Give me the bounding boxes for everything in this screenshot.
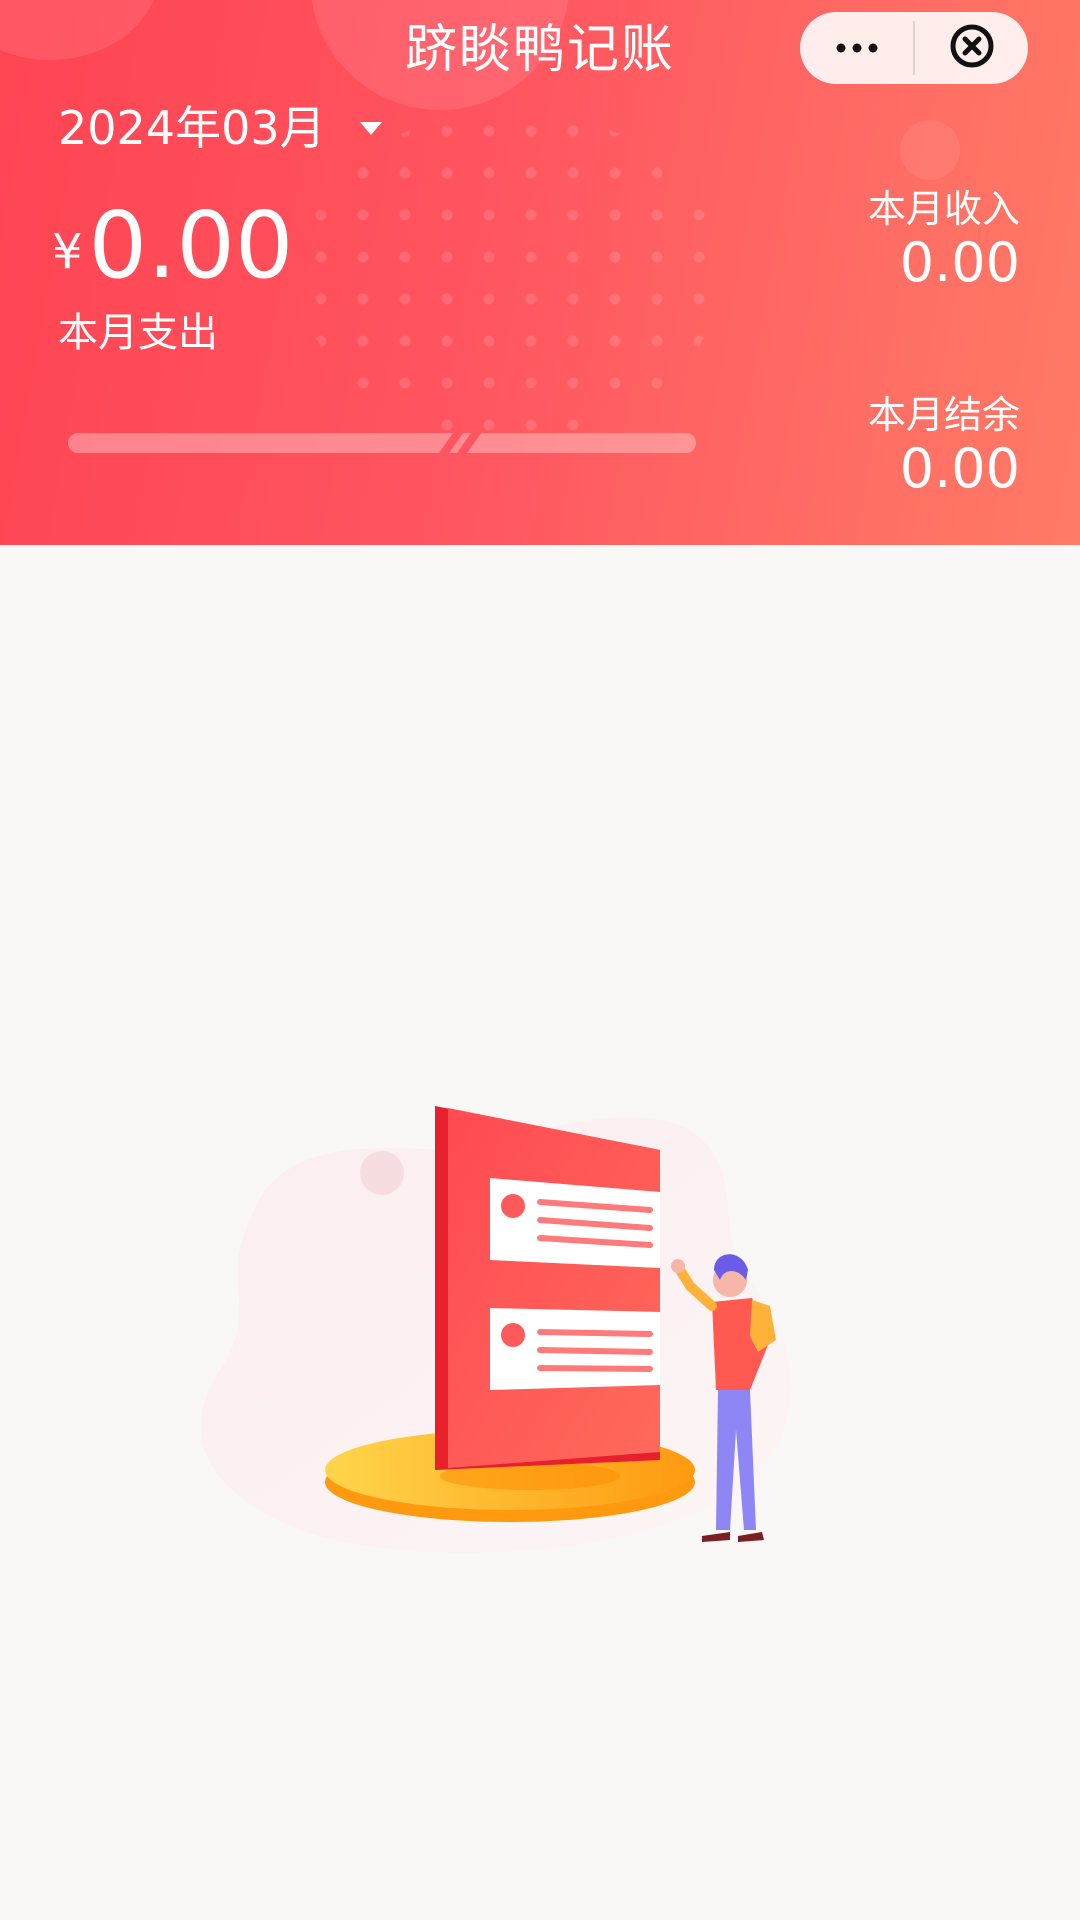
income-amount: 0.00 [899, 231, 1020, 294]
balance-label: 本月结余 [867, 393, 1020, 437]
currency-symbol: ¥ [52, 224, 83, 280]
close-circle-icon [948, 22, 996, 74]
month-label: 2024年03月 [58, 101, 326, 155]
more-button[interactable] [800, 12, 913, 84]
expense-total: ¥ 0.00 [52, 196, 293, 296]
close-button[interactable] [915, 12, 1028, 84]
month-selector[interactable]: 2024年03月 [58, 100, 382, 156]
summary-header: 跻睒鸭记账 2024年03月 ¥ 0.00 本月支出 本月收入 0.00 本月结… [0, 0, 1080, 545]
decor-dots [300, 110, 720, 440]
balance-amount: 0.00 [899, 437, 1020, 500]
budget-progress-bar [68, 433, 696, 453]
decor-bubble [900, 120, 960, 180]
income-label: 本月收入 [867, 187, 1020, 231]
empty-records-illustration [190, 1090, 890, 1590]
miniprogram-capsule [800, 12, 1028, 84]
caret-down-icon [359, 121, 382, 135]
expense-label: 本月支出 [58, 310, 218, 356]
more-dots-icon [835, 39, 879, 58]
expense-amount: 0.00 [88, 192, 294, 299]
